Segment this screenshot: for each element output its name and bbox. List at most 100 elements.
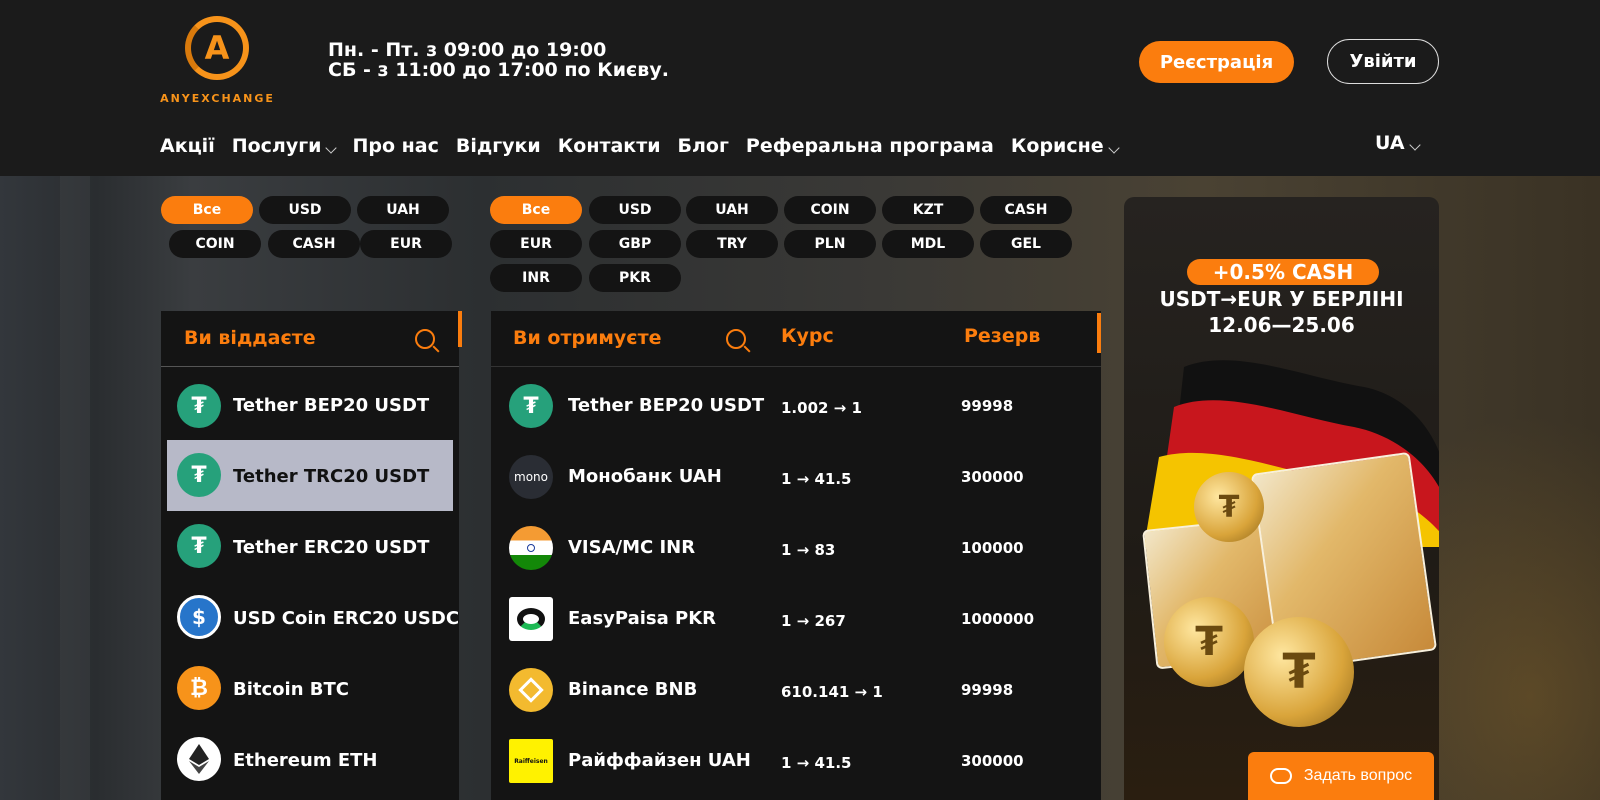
exchange-rate: 1 → 83 [781, 541, 836, 559]
give-filter-usd[interactable]: USD [259, 196, 351, 224]
logo[interactable]: A ANYEXCHANGE [160, 16, 275, 108]
logo-mark-icon: A [185, 16, 249, 80]
promo-dates: 12.06—25.06 [1208, 313, 1355, 337]
monobank-icon: mono [509, 455, 553, 499]
tether-icon: ₮ [177, 524, 221, 568]
receive-item[interactable]: Raiffeisen Райффайзен UAH 1 → 41.5 30000… [491, 726, 1101, 797]
nav-item-referral[interactable]: Реферальна програма [746, 132, 994, 160]
give-filter-cash[interactable]: CASH [268, 230, 360, 258]
receive-filter-cash[interactable]: CASH [980, 196, 1072, 224]
working-hours: Пн. - Пт. з 09:00 до 19:00 СБ - з 11:00 … [328, 40, 669, 80]
receive-item[interactable]: mono Монобанк UAH 1 → 41.5 300000 [491, 442, 1101, 513]
easypaisa-icon [509, 597, 553, 641]
give-item[interactable]: ₮ Tether BEP20 USDT [161, 371, 459, 442]
receive-item-label: Binance BNB [568, 679, 698, 700]
receive-item[interactable]: EasyPaisa PKR 1 → 267 1000000 [491, 584, 1101, 655]
scroll-indicator [458, 311, 462, 347]
reserve-amount: 1000000 [961, 610, 1035, 628]
receive-item[interactable]: Binance BNB 610.141 → 1 99998 [491, 655, 1101, 726]
login-button[interactable]: Увійти [1327, 39, 1439, 84]
hours-saturday: СБ - з 11:00 до 17:00 по Києву. [328, 59, 669, 81]
receive-item[interactable]: ₮ Tether BEP20 USDT 1.002 → 1 99998 [491, 371, 1101, 442]
exchange-rate: 1.002 → 1 [781, 399, 862, 417]
give-item-label: Ethereum ETH [233, 750, 378, 771]
usdc-icon: $ [177, 595, 221, 639]
chevron-down-icon [325, 142, 338, 154]
promo-headline: USDT→EUR У БЕРЛІНІ [1159, 287, 1404, 311]
give-panel: Ви віддаєте ₮ Tether BEP20 USDT ₮ Tether… [161, 311, 462, 800]
give-item-label: USD Coin ERC20 USDC [233, 608, 460, 629]
give-item[interactable]: $ USD Coin ERC20 USDC [161, 582, 459, 653]
nav-item-blog[interactable]: Блог [678, 132, 729, 160]
receive-filter-gel[interactable]: GEL [980, 230, 1072, 258]
nav-item-services[interactable]: Послуги [232, 132, 338, 160]
chat-icon [1269, 768, 1292, 784]
nav-item-about[interactable]: Про нас [352, 132, 438, 160]
receive-item[interactable]: VISA/MC INR 1 → 83 100000 [491, 513, 1101, 584]
rate-column-header[interactable]: Курс [781, 325, 834, 347]
logo-text: ANYEXCHANGE [160, 92, 275, 105]
receive-filter-kzt[interactable]: KZT [882, 196, 974, 224]
language-selector[interactable]: UA [1375, 132, 1421, 154]
india-flag-icon [509, 526, 553, 570]
receive-filter-all[interactable]: Все [490, 196, 582, 224]
chevron-down-icon [1107, 142, 1120, 154]
binance-icon [509, 668, 553, 712]
nav-item-contacts[interactable]: Контакти [558, 132, 661, 160]
promo-banner[interactable]: +0.5% CASH USDT→EUR У БЕРЛІНІ 12.06—25.0… [1124, 197, 1439, 800]
nav-item-promotions[interactable]: Акції [160, 132, 215, 160]
receive-filter-eur[interactable]: EUR [490, 230, 582, 258]
receive-item-label: EasyPaisa PKR [568, 608, 717, 629]
ask-question-button[interactable]: Задать вопрос [1248, 752, 1434, 800]
search-icon[interactable] [415, 329, 435, 349]
reserve-amount: 99998 [961, 681, 1014, 699]
give-filter-uah[interactable]: UAH [357, 196, 449, 224]
receive-filter-try[interactable]: TRY [686, 230, 778, 258]
receive-filter-gbp[interactable]: GBP [589, 230, 681, 258]
receive-filter-pln[interactable]: PLN [784, 230, 876, 258]
give-panel-title: Ви віддаєте [184, 327, 316, 349]
give-filter-eur[interactable]: EUR [360, 230, 452, 258]
register-button[interactable]: Реєстрація [1139, 41, 1294, 83]
give-filter-all[interactable]: Все [161, 196, 253, 224]
gold-coin-image: ₮ [1164, 597, 1254, 687]
give-item-label: Tether TRC20 USDT [233, 466, 430, 487]
gold-coin-image: ₮ [1194, 472, 1264, 542]
exchange-rate: 610.141 → 1 [781, 683, 883, 701]
receive-filter-coin[interactable]: COIN [784, 196, 876, 224]
nav-item-useful[interactable]: Корисне [1011, 132, 1120, 160]
receive-filter-uah[interactable]: UAH [686, 196, 778, 224]
receive-filter-inr[interactable]: INR [490, 264, 582, 292]
ask-question-label: Задать вопрос [1303, 767, 1413, 784]
give-item-label: Tether BEP20 USDT [233, 395, 430, 416]
receive-filter-pkr[interactable]: PKR [589, 264, 681, 292]
promo-badge: +0.5% CASH [1187, 259, 1379, 285]
give-item-selected[interactable]: ₮ Tether TRC20 USDT [167, 440, 453, 511]
site-header: A ANYEXCHANGE Пн. - Пт. з 09:00 до 19:00… [0, 0, 1600, 176]
gold-coin-image: ₮ [1244, 617, 1354, 727]
tether-icon: ₮ [177, 453, 221, 497]
receive-item-label: VISA/MC INR [568, 537, 696, 558]
receive-panel-title: Ви отримуєте [513, 327, 662, 349]
ethereum-icon [177, 737, 221, 781]
nav-item-reviews[interactable]: Відгуки [456, 132, 541, 160]
give-item-label: Tether ERC20 USDT [233, 537, 430, 558]
exchange-rate: 1 → 267 [781, 612, 846, 630]
give-filter-coin[interactable]: COIN [169, 230, 261, 258]
tether-icon: ₮ [509, 384, 553, 428]
receive-filter-mdl[interactable]: MDL [882, 230, 974, 258]
search-icon[interactable] [726, 329, 746, 349]
main-nav: Акції Послуги Про нас Відгуки Контакти Б… [160, 132, 1135, 160]
give-item-label: Bitcoin BTC [233, 679, 349, 700]
give-item[interactable]: ₮ Tether ERC20 USDT [161, 511, 459, 582]
give-item[interactable]: Ethereum ETH [161, 724, 459, 795]
receive-panel: Ви отримуєте Курс Резерв ₮ Tether BEP20 … [491, 311, 1101, 800]
receive-item-label: Райффайзен UAH [568, 750, 751, 771]
hours-weekdays: Пн. - Пт. з 09:00 до 19:00 [328, 39, 607, 61]
reserve-column-header[interactable]: Резерв [964, 325, 1040, 347]
raiffeisen-icon: Raiffeisen [509, 739, 553, 783]
give-item[interactable]: ₿ Bitcoin BTC [161, 653, 459, 724]
chevron-down-icon [1408, 139, 1421, 151]
reserve-amount: 300000 [961, 752, 1024, 770]
receive-filter-usd[interactable]: USD [589, 196, 681, 224]
